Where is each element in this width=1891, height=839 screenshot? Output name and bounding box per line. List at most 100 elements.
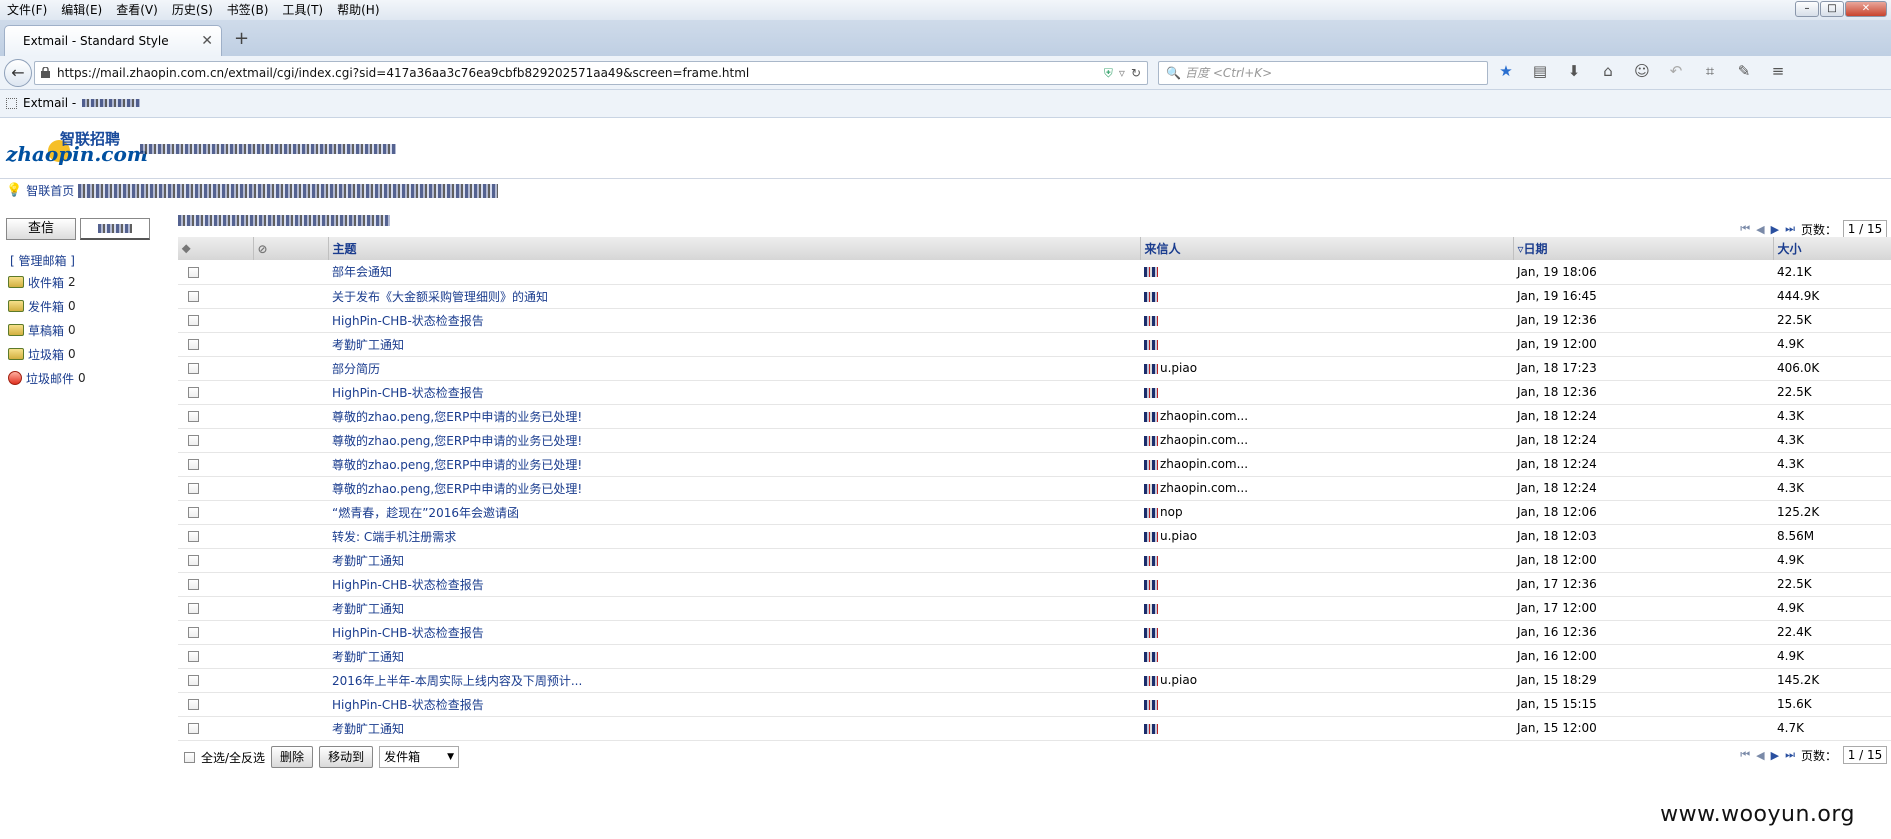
mail-checkbox[interactable] <box>188 483 199 494</box>
mail-subject[interactable]: 尊敬的zhao.peng,您ERP中申请的业务已处理! <box>328 476 1140 501</box>
manage-mailbox-link[interactable]: [ 管理邮箱 ] <box>10 252 75 269</box>
move-to-button[interactable]: 移动到 <box>319 746 374 768</box>
tab-close-icon[interactable]: ✕ <box>201 26 213 56</box>
mail-row[interactable]: 考勤旷工通知 Jan, 16 12:00 4.9K <box>178 644 1891 669</box>
menu-icon[interactable]: ≡ <box>1768 62 1788 80</box>
mail-subject[interactable]: HighPin-CHB-状态检查报告 <box>328 692 1140 717</box>
mail-row[interactable]: 考勤旷工通知 Jan, 15 12:00 4.7K <box>178 716 1891 741</box>
mail-checkbox[interactable] <box>188 363 199 374</box>
mail-row[interactable]: 部分简历 u.piao Jan, 18 17:23 406.0K <box>178 356 1891 381</box>
mail-subject[interactable]: 考勤旷工通知 <box>328 716 1140 741</box>
compose-button[interactable] <box>80 218 150 240</box>
target-folder-select[interactable]: 发件箱 ▼ <box>379 746 460 768</box>
mail-checkbox[interactable] <box>188 555 199 566</box>
select-all-label[interactable]: 全选/全反选 <box>201 749 265 766</box>
menu-item[interactable]: 书签(B) <box>220 0 276 20</box>
mail-checkbox[interactable] <box>188 507 199 518</box>
mail-checkbox[interactable] <box>188 411 199 422</box>
mail-subject[interactable]: 尊敬的zhao.peng,您ERP中申请的业务已处理! <box>328 428 1140 453</box>
mail-row[interactable]: 考勤旷工通知 Jan, 18 12:00 4.9K <box>178 548 1891 573</box>
mail-row[interactable]: 转发: C端手机注册需求 u.piao Jan, 18 12:03 8.56M <box>178 524 1891 549</box>
mail-row[interactable]: 部年会通知 Jan, 19 18:06 42.1K <box>178 260 1891 285</box>
check-mail-button[interactable]: 查信 <box>6 218 76 240</box>
mail-checkbox[interactable] <box>188 627 199 638</box>
folder-item[interactable]: 垃圾箱 0 <box>8 342 86 366</box>
mail-subject[interactable]: 关于发布《大金额采购管理细则》的通知 <box>328 284 1140 309</box>
mail-row[interactable]: HighPin-CHB-状态检查报告 Jan, 18 12:36 22.5K <box>178 380 1891 405</box>
mail-checkbox[interactable] <box>188 651 199 662</box>
mail-checkbox[interactable] <box>188 459 199 470</box>
prev-page-icon[interactable]: ◀ <box>1756 223 1764 236</box>
next-page-icon[interactable]: ▶ <box>1771 223 1779 236</box>
mail-subject[interactable]: 考勤旷工通知 <box>328 644 1140 669</box>
mail-row[interactable]: 尊敬的zhao.peng,您ERP中申请的业务已处理! zhaopin.com..… <box>178 428 1891 453</box>
mail-row[interactable]: HighPin-CHB-状态检查报告 Jan, 16 12:36 22.4K <box>178 620 1891 645</box>
mail-row[interactable]: 考勤旷工通知 Jan, 19 12:00 4.9K <box>178 332 1891 357</box>
last-page-icon[interactable]: ⏭ <box>1785 748 1795 762</box>
mail-row[interactable]: HighPin-CHB-状态检查报告 Jan, 15 15:15 15.6K <box>178 692 1891 717</box>
mail-checkbox[interactable] <box>188 603 199 614</box>
back-arrow-icon[interactable]: ← <box>4 59 32 87</box>
new-tab-icon[interactable]: + <box>234 28 249 49</box>
mail-checkbox[interactable] <box>188 531 199 542</box>
column-from[interactable]: 来信人 <box>1140 237 1514 260</box>
menu-item[interactable]: 查看(V) <box>109 0 165 20</box>
chat-icon[interactable]: ☺ <box>1632 62 1652 80</box>
menu-item[interactable]: 帮助(H) <box>330 0 386 20</box>
header-attach-icon[interactable]: ⊘ <box>253 237 329 260</box>
mail-subject[interactable]: 部年会通知 <box>328 260 1140 285</box>
menu-item[interactable]: 工具(T) <box>275 0 330 20</box>
menu-item[interactable]: 文件(F) <box>0 0 54 20</box>
mail-checkbox[interactable] <box>188 266 199 278</box>
mail-checkbox[interactable] <box>188 723 199 734</box>
mail-subject[interactable]: HighPin-CHB-状态检查报告 <box>328 572 1140 597</box>
column-size[interactable]: 大小 <box>1773 237 1891 260</box>
mail-row[interactable]: 关于发布《大金额采购管理细则》的通知 Jan, 19 16:45 444.9K <box>178 284 1891 309</box>
folder-item[interactable]: 发件箱 0 <box>8 294 86 318</box>
mail-checkbox[interactable] <box>188 339 199 350</box>
header-select-icon[interactable]: ⬥ <box>178 237 254 260</box>
crop-icon[interactable]: ⌗ <box>1700 62 1720 80</box>
prev-page-icon[interactable]: ◀ <box>1756 749 1764 762</box>
last-page-icon[interactable]: ⏭ <box>1785 222 1795 236</box>
mail-row[interactable]: “燃青春，趁现在”2016年会邀请函 nop Jan, 18 12:06 125.2K <box>178 500 1891 525</box>
undo-icon[interactable]: ↶ <box>1666 62 1686 80</box>
folder-item[interactable]: 垃圾邮件 0 <box>8 366 86 390</box>
search-bar[interactable]: 🔍 百度 <Ctrl+K> <box>1158 61 1488 85</box>
page-input[interactable]: 1 / 15 <box>1843 220 1887 238</box>
mail-row[interactable]: 2016年上半年-本周实际上线内容及下周预计... u.piao Jan, 15 1… <box>178 668 1891 693</box>
reload-icon[interactable]: ↻ <box>1131 62 1141 84</box>
download-icon[interactable]: ⬇ <box>1564 62 1584 80</box>
delete-button[interactable]: 删除 <box>271 746 314 768</box>
shield-icon[interactable]: ⛨ <box>1104 62 1113 84</box>
dropdown-arrow-icon[interactable]: ▿ <box>1119 62 1125 84</box>
mail-subject[interactable]: 尊敬的zhao.peng,您ERP中申请的业务已处理! <box>328 452 1140 477</box>
close-window-button[interactable]: ✕ <box>1845 1 1887 17</box>
zhaopin-logo[interactable]: 智联招聘 zhaopin.com <box>6 128 148 176</box>
mail-row[interactable]: 尊敬的zhao.peng,您ERP中申请的业务已处理! zhaopin.com..… <box>178 404 1891 429</box>
minimize-button[interactable]: – <box>1795 1 1819 17</box>
mail-row[interactable]: 尊敬的zhao.peng,您ERP中申请的业务已处理! zhaopin.com..… <box>178 452 1891 477</box>
mail-checkbox[interactable] <box>188 291 199 302</box>
mail-subject[interactable]: 部分简历 <box>328 356 1140 381</box>
home-icon[interactable]: ⌂ <box>1598 62 1618 80</box>
first-page-icon[interactable]: ⏮ <box>1740 222 1750 236</box>
mail-subject[interactable]: “燃青春，趁现在”2016年会邀请函 <box>328 500 1140 525</box>
mail-checkbox[interactable] <box>188 315 199 326</box>
maximize-button[interactable]: □ <box>1820 1 1844 17</box>
mail-subject[interactable]: HighPin-CHB-状态检查报告 <box>328 620 1140 645</box>
comment-icon[interactable]: ✎ <box>1734 62 1754 80</box>
bookmark-star-icon[interactable]: ★ <box>1496 62 1516 80</box>
menu-item[interactable]: 编辑(E) <box>54 0 109 20</box>
mail-subject[interactable]: 考勤旷工通知 <box>328 596 1140 621</box>
first-page-icon[interactable]: ⏮ <box>1740 748 1750 762</box>
mail-checkbox[interactable] <box>188 579 199 590</box>
folder-item[interactable]: 草稿箱 0 <box>8 318 86 342</box>
url-bar[interactable]: https://mail.zhaopin.com.cn/extmail/cgi/… <box>34 61 1148 85</box>
mail-subject[interactable]: 尊敬的zhao.peng,您ERP中申请的业务已处理! <box>328 404 1140 429</box>
mail-row[interactable]: HighPin-CHB-状态检查报告 Jan, 17 12:36 22.5K <box>178 572 1891 597</box>
mail-subject[interactable]: 考勤旷工通知 <box>328 332 1140 357</box>
menu-item[interactable]: 历史(S) <box>165 0 220 20</box>
mail-row[interactable]: HighPin-CHB-状态检查报告 Jan, 19 12:36 22.5K <box>178 308 1891 333</box>
home-link[interactable]: 智联首页 <box>26 182 74 199</box>
